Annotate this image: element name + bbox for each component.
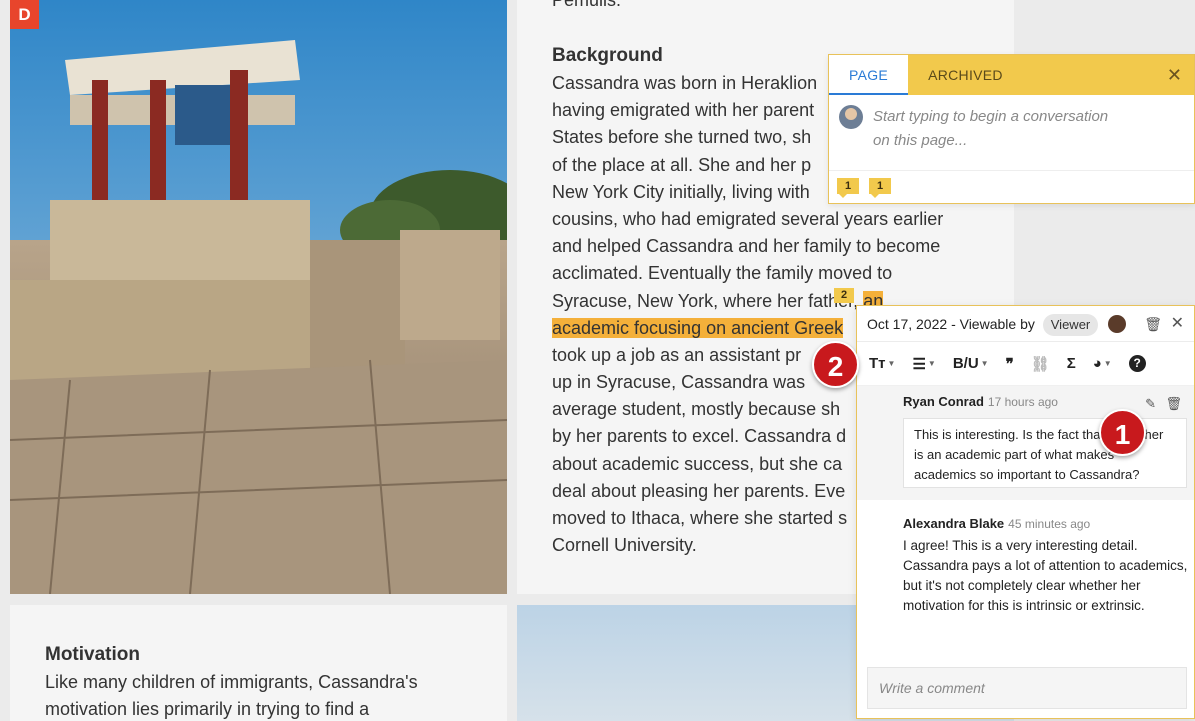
- background-heading: Background: [552, 45, 663, 66]
- comment-badges: 1 1: [837, 178, 891, 198]
- body-line-text: Syracuse, New York, where her father: [552, 290, 854, 311]
- quote-button[interactable]: ❞: [1006, 355, 1014, 373]
- comment-header: Oct 17, 2022 - Viewable by Viewer 🗑 ✕: [857, 306, 1194, 342]
- text-style-icon: Tт: [869, 355, 886, 372]
- comment-time: 45 minutes ago: [1008, 517, 1091, 531]
- avatar: [839, 105, 863, 129]
- page-comments-panel: PAGE ARCHIVED ✕ Start typing to begin a …: [828, 54, 1195, 204]
- divider: [829, 170, 1194, 171]
- caret-down-icon: ▼: [980, 359, 989, 368]
- trash-icon[interactable]: 🗑: [1165, 396, 1182, 412]
- caret-down-icon: ▼: [887, 359, 896, 368]
- callout-marker-2: 2: [812, 341, 859, 388]
- avatar: [1108, 315, 1127, 334]
- list-button[interactable]: ☰ ▼: [912, 355, 935, 373]
- comment-time: 17 hours ago: [987, 395, 1058, 409]
- comment-text: I agree! This is a very interesting deta…: [903, 538, 1188, 613]
- placeholder-line: on this page...: [873, 132, 968, 149]
- bold-underline-button[interactable]: B/U ▼: [953, 355, 989, 372]
- comment-date: Oct 17, 2022: [867, 316, 948, 332]
- highlighted-text[interactable]: academic focusing on ancient Greek: [552, 317, 844, 338]
- sigma-button[interactable]: Σ: [1067, 355, 1076, 372]
- app-logo[interactable]: D: [10, 0, 39, 29]
- comment-author: Alexandra Blake: [903, 516, 1005, 531]
- comment-count-badge[interactable]: 1: [869, 178, 891, 198]
- close-icon[interactable]: ✕: [1167, 65, 1182, 85]
- conversation-input[interactable]: Start typing to begin a conversation on …: [873, 105, 1153, 153]
- ruins-photo: [10, 0, 507, 594]
- close-icon[interactable]: ✕: [1171, 306, 1184, 342]
- viewable-by-label: - Viewable by: [951, 316, 1035, 332]
- tab-page[interactable]: PAGE: [829, 55, 909, 95]
- comment-thread-panel: Oct 17, 2022 - Viewable by Viewer 🗑 ✕ Tт…: [856, 305, 1195, 719]
- link-icon: ⛓: [1030, 355, 1050, 373]
- comment-count-badge[interactable]: 1: [837, 178, 859, 198]
- body-line: acclimated. Eventually the family moved …: [552, 263, 893, 284]
- comment-meta: Ryan Conrad 17 hours ago: [903, 394, 1058, 409]
- body-line: Like many children of immigrants, Cassan…: [45, 672, 418, 692]
- body-line: and helped Cassandra and her family to b…: [552, 236, 941, 257]
- palette-icon: ◕: [1092, 355, 1102, 372]
- bold-underline-icon: B/U: [952, 355, 979, 372]
- text-style-button[interactable]: Tт ▼: [869, 355, 895, 372]
- color-button[interactable]: ◕ ▼: [1093, 355, 1112, 372]
- callout-marker-1: 1: [1099, 409, 1146, 456]
- motivation-body: Like many children of immigrants, Cassan…: [45, 669, 485, 721]
- page-conversation-start[interactable]: Start typing to begin a conversation on …: [839, 105, 1153, 153]
- placeholder-line: Start typing to begin a conversation: [873, 108, 1109, 125]
- write-comment-input[interactable]: Write a comment: [867, 667, 1187, 709]
- comment-author: Ryan Conrad: [903, 394, 984, 409]
- pencil-icon[interactable]: ✎: [1145, 396, 1156, 412]
- tab-archived[interactable]: ARCHIVED: [908, 55, 1023, 95]
- comment-marker[interactable]: 2: [834, 288, 854, 303]
- sigma-icon: Σ: [1066, 355, 1076, 372]
- viewer-pill[interactable]: Viewer: [1042, 314, 1099, 336]
- motivation-heading: Motivation: [45, 644, 140, 665]
- help-icon: ?: [1128, 355, 1146, 372]
- page-panel-tabs: PAGE ARCHIVED ✕: [829, 55, 1194, 95]
- comment-toolbar: Tт ▼ ☰ ▼ B/U ▼ ❞ ⛓ Σ ◕ ▼ ?: [857, 342, 1194, 386]
- previous-paragraph-tail: Pemulis.: [552, 0, 622, 10]
- caret-down-icon: ▼: [1103, 359, 1112, 368]
- list-icon: ☰: [912, 355, 926, 373]
- trash-icon[interactable]: 🗑: [1144, 306, 1162, 342]
- link-button[interactable]: ⛓: [1031, 355, 1050, 373]
- quote-icon: ❞: [1005, 355, 1014, 373]
- caret-down-icon: ▼: [927, 359, 936, 368]
- body-line: motivation lies primarily in trying to f…: [45, 699, 370, 720]
- comment-meta: Alexandra Blake 45 minutes ago: [903, 516, 1090, 531]
- body-line: cousins, who had emigrated several years…: [552, 208, 944, 229]
- motivation-section: Motivation Like many children of immigra…: [10, 605, 507, 721]
- help-button[interactable]: ?: [1128, 355, 1146, 372]
